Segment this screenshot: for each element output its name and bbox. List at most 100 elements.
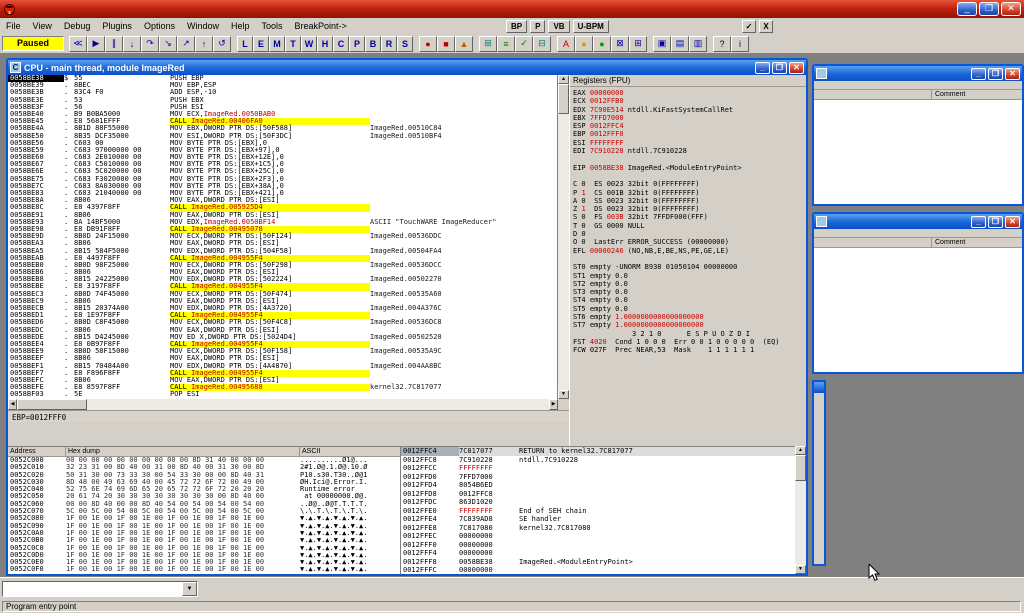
hardware-breakpoint-icon[interactable]: ▲: [455, 36, 473, 52]
mark-icon[interactable]: ✓: [515, 36, 533, 52]
windows-button[interactable]: W: [301, 36, 317, 52]
register-line[interactable]: S 0 FS 003B 32bit 7FFDF000(FFF): [570, 213, 806, 221]
maximize-button[interactable]: ❐: [988, 68, 1003, 80]
step-into-icon[interactable]: ↓: [123, 36, 141, 52]
scroll-up-icon[interactable]: ▲: [795, 446, 806, 455]
register-line[interactable]: ST1 empty 0.0: [570, 272, 806, 280]
register-line[interactable]: ESI FFFFFFFF: [570, 139, 806, 147]
cpu-close-button[interactable]: ✕: [789, 62, 804, 74]
register-line[interactable]: ST2 empty 0.0: [570, 280, 806, 288]
register-line[interactable]: ST3 empty 0.0: [570, 288, 806, 296]
stack-row[interactable]: 0012FFFC00000000: [401, 566, 795, 574]
menu-debug[interactable]: Debug: [58, 18, 97, 34]
dump-ascii-header[interactable]: ASCII: [300, 447, 400, 456]
scroll-right-icon[interactable]: ▶: [549, 399, 558, 410]
scroll-left-icon[interactable]: ◀: [8, 399, 17, 410]
register-line[interactable]: FCW 027F Prec NEAR,53 Mask 1 1 1 1 1 1: [570, 346, 806, 354]
stack-row[interactable]: 0012FFCCFFFFFFFF: [401, 464, 795, 473]
plugin-ubpm-button[interactable]: U-BPM: [573, 20, 609, 33]
register-line[interactable]: [570, 155, 806, 163]
menu-breakpoint[interactable]: BreakPoint->: [289, 18, 353, 34]
stack-row[interactable]: 0012FFDC863D1020: [401, 498, 795, 507]
register-line[interactable]: [570, 255, 806, 263]
menu-plugins[interactable]: Plugins: [96, 18, 138, 34]
plugin-vb-button[interactable]: VB: [548, 20, 569, 33]
secondary-window-2-titlebar[interactable]: _ ❐ ✕: [814, 214, 1022, 229]
register-line[interactable]: EAX 00000000: [570, 89, 806, 97]
restart-icon[interactable]: ↺: [213, 36, 231, 52]
scroll-thumb[interactable]: [17, 399, 87, 410]
register-line[interactable]: 3 2 1 0 E S P U O Z D I: [570, 330, 806, 338]
trace-over-icon[interactable]: ↗: [177, 36, 195, 52]
menu-options[interactable]: Options: [138, 18, 181, 34]
cpu-maximize-button[interactable]: ❐: [772, 62, 787, 74]
cpu-minimize-button[interactable]: _: [755, 62, 770, 74]
check-icon[interactable]: ✓: [742, 20, 756, 33]
register-line[interactable]: ST6 empty 1.0000000000000000000: [570, 313, 806, 321]
register-line[interactable]: ST0 empty -UNORM B938 01050104 00000000: [570, 263, 806, 271]
pause-led-icon[interactable]: ●: [575, 36, 593, 52]
register-line[interactable]: EDI 7C910228 ntdll.7C910228: [570, 147, 806, 155]
comment-column-header[interactable]: Comment: [932, 90, 1022, 99]
minimize-button[interactable]: _: [957, 2, 977, 16]
scroll-down-icon[interactable]: ▼: [558, 390, 569, 399]
register-line[interactable]: C 0 ES 0023 32bit 0(FFFFFFFF): [570, 180, 806, 188]
register-line[interactable]: Z 1 DS 0023 32bit 0(FFFFFFFF): [570, 205, 806, 213]
executables-button[interactable]: E: [253, 36, 269, 52]
scroll-thumb[interactable]: [558, 84, 569, 114]
handles-button[interactable]: H: [317, 36, 333, 52]
window-list-icon[interactable]: ⊞: [629, 36, 647, 52]
disasm-row[interactable]: 0058BE3E.53PUSH EBX: [8, 97, 557, 104]
memory-map-button[interactable]: M: [269, 36, 285, 52]
stack-row[interactable]: 0012FFE0FFFFFFFFEnd of SEH chain: [401, 507, 795, 516]
secondary-window-3-titlebar[interactable]: [814, 382, 824, 393]
secondary-window-1-titlebar[interactable]: _ ❐ ✕: [814, 66, 1022, 81]
about-icon[interactable]: i: [731, 36, 749, 52]
scroll-up-icon[interactable]: ▲: [558, 75, 569, 84]
disassembly-vscrollbar[interactable]: ▲ ▼: [558, 75, 569, 399]
threads-button[interactable]: T: [285, 36, 301, 52]
stack-row[interactable]: 0012FFD07FFD7000: [401, 473, 795, 482]
window-content[interactable]: [814, 100, 1022, 204]
arrange-icons-icon[interactable]: ▥: [689, 36, 707, 52]
register-line[interactable]: ST5 empty 0.0: [570, 305, 806, 313]
stack-row[interactable]: 0012FFF80058BE38ImageRed.<ModuleEntryPoi…: [401, 558, 795, 567]
register-line[interactable]: ESP 0012FFC4: [570, 122, 806, 130]
register-line[interactable]: ECX 0012FFB0: [570, 97, 806, 105]
stack-vscrollbar[interactable]: ▲ ▼: [795, 446, 806, 574]
breakpoints-button[interactable]: B: [365, 36, 381, 52]
profile-icon[interactable]: ≡: [497, 36, 515, 52]
register-line[interactable]: [570, 172, 806, 180]
plugin-bp-button[interactable]: BP: [506, 20, 527, 33]
dump-row[interactable]: 0052C0F01F 00 1E 00 1F 00 1E 00 1F 00 1E…: [8, 566, 400, 573]
menu-window[interactable]: Window: [181, 18, 225, 34]
blank-column-header[interactable]: [814, 238, 932, 247]
chevron-down-icon[interactable]: ▼: [182, 582, 197, 596]
register-line[interactable]: EBX 7FFD7000: [570, 114, 806, 122]
patches-button[interactable]: P: [349, 36, 365, 52]
menu-tools[interactable]: Tools: [256, 18, 289, 34]
register-line[interactable]: ST7 empty 1.0000000000000000000: [570, 321, 806, 329]
maximize-button[interactable]: ❐: [979, 2, 999, 16]
stack-row[interactable]: 0012FFD80012FFC8: [401, 490, 795, 499]
stack-row[interactable]: 0012FFEC00000000: [401, 532, 795, 541]
maximize-button[interactable]: ❐: [988, 216, 1003, 228]
appearance-icon[interactable]: A: [557, 36, 575, 52]
source-button[interactable]: S: [397, 36, 413, 52]
disasm-row[interactable]: 0058BF03.5EPOP ESI: [8, 391, 557, 398]
window-content[interactable]: [814, 248, 1022, 372]
comment-column-header[interactable]: Comment: [932, 238, 1022, 247]
combobox-value[interactable]: [3, 582, 182, 596]
stack-row[interactable]: 0012FFF000000000: [401, 541, 795, 550]
minimize-button[interactable]: _: [971, 68, 986, 80]
register-line[interactable]: EIP 0058BE38 ImageRed.<ModuleEntryPoint>: [570, 164, 806, 172]
log-window-button[interactable]: L: [237, 36, 253, 52]
register-line[interactable]: EBP 0012FFF0: [570, 130, 806, 138]
stack-row[interactable]: 0012FFE87C817080kernel32.7C817080: [401, 524, 795, 533]
highlight-icon[interactable]: ⊞: [479, 36, 497, 52]
plugin-close-button[interactable]: X: [759, 20, 773, 33]
pause-icon[interactable]: ∥: [105, 36, 123, 52]
execute-till-return-icon[interactable]: ↑: [195, 36, 213, 52]
close-button[interactable]: ✕: [1001, 2, 1021, 16]
step-over-icon[interactable]: ↷: [141, 36, 159, 52]
